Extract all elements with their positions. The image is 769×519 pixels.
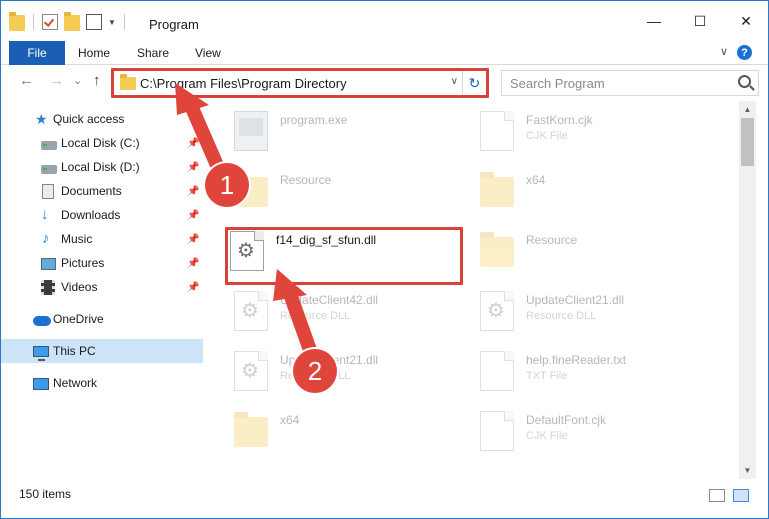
annotation-arrows [175,83,318,360]
arrow-2-head [273,269,307,301]
arrow-2-shaft [282,284,318,360]
step-badge-2: 2 [293,349,337,393]
file-explorer-window: ▼ Program — ☐ ✕ File Home Share View ∨ ?… [0,0,769,519]
arrow-1-head [175,83,209,115]
step-badge-1: 1 [205,163,249,207]
